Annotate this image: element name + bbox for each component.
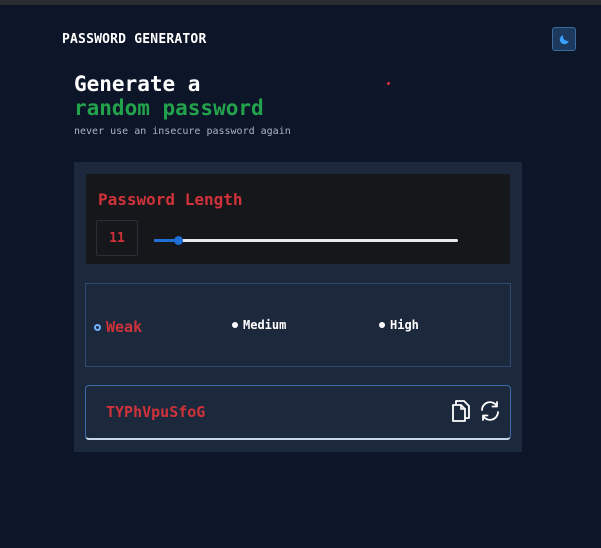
length-title: Password Length bbox=[98, 190, 243, 209]
top-strip bbox=[0, 0, 601, 5]
theme-toggle-button[interactable] bbox=[552, 27, 576, 51]
radio-high[interactable] bbox=[379, 322, 385, 328]
radio-weak[interactable] bbox=[94, 323, 101, 331]
app-brand: PASSWORD GENERATOR bbox=[62, 32, 207, 47]
strength-option-medium[interactable]: Medium bbox=[232, 318, 286, 332]
refresh-icon bbox=[481, 401, 499, 421]
strength-option-high[interactable]: High bbox=[379, 318, 419, 332]
generator-panel: Password Length 11 Weak Medium High TYPh… bbox=[74, 162, 522, 452]
slider-thumb[interactable] bbox=[174, 236, 184, 245]
hero-title-highlight: random password bbox=[74, 96, 264, 120]
decorative-dot bbox=[387, 82, 390, 85]
strength-label-weak: Weak bbox=[106, 318, 143, 336]
copy-button[interactable] bbox=[449, 399, 473, 423]
refresh-button[interactable] bbox=[478, 399, 502, 423]
hero-subtitle: never use an insecure password again bbox=[74, 126, 291, 137]
strength-options: Weak Medium High bbox=[85, 283, 511, 367]
length-slider[interactable] bbox=[154, 236, 458, 245]
length-section: Password Length 11 bbox=[86, 174, 510, 264]
password-output: TYPhVpuSfoG bbox=[85, 385, 511, 440]
generated-password: TYPhVpuSfoG bbox=[106, 403, 206, 421]
hero: Generate a random password never use an … bbox=[74, 72, 291, 137]
strength-label-medium: Medium bbox=[243, 318, 287, 332]
hero-title: Generate a bbox=[74, 72, 201, 96]
radio-medium[interactable] bbox=[232, 322, 238, 328]
strength-option-weak[interactable]: Weak bbox=[94, 318, 142, 336]
moon-icon bbox=[559, 34, 569, 44]
strength-label-high: High bbox=[390, 318, 419, 332]
length-value-field[interactable]: 11 bbox=[96, 220, 138, 256]
copy-icon bbox=[452, 400, 470, 422]
